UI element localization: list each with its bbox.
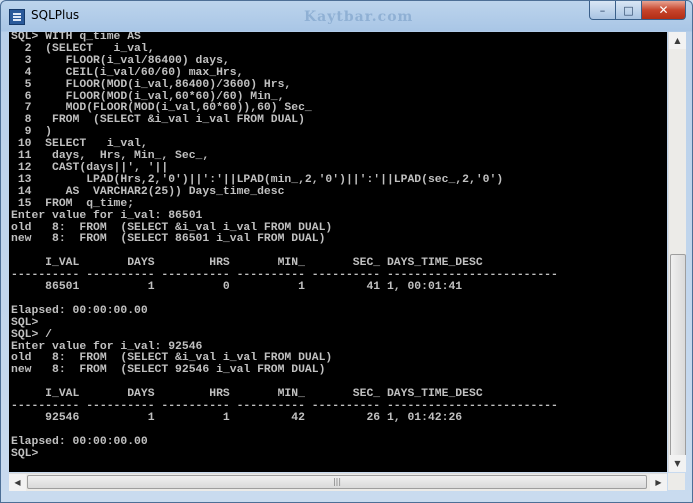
arrow-right-icon: ▶ [655,478,662,487]
scroll-down-button[interactable]: ▼ [669,455,686,472]
scroll-right-button[interactable]: ▶ [650,474,667,491]
horizontal-scrollbar[interactable]: ◀ ||| ▶ [9,473,667,491]
title-bar[interactable]: SQLPlus Kaytbar.com – □ ✕ [1,1,692,31]
close-icon: ✕ [658,3,669,17]
window-title: SQLPlus [31,8,80,22]
sqlplus-window: SQLPlus Kaytbar.com – □ ✕ SQL> WITH q_ti… [0,0,693,503]
vertical-scrollbar[interactable]: ▲ ▼ [668,32,686,472]
close-button[interactable]: ✕ [642,1,686,20]
maximize-button[interactable]: □ [616,1,642,20]
scrollbar-corner [668,473,685,490]
grip-icon: ||| [332,477,342,486]
console-text[interactable]: SQL> WITH q_time AS 2 (SELECT i_val, 3 F… [9,32,667,461]
scroll-up-button[interactable]: ▲ [669,32,686,49]
window-bottom-frame [9,491,685,499]
watermark-text: Kaytbar.com [304,9,414,25]
vertical-scroll-thumb[interactable] [670,254,686,461]
scroll-left-button[interactable]: ◀ [9,474,26,491]
sqlplus-app-icon[interactable] [9,9,25,25]
minimize-icon: – [599,3,606,17]
maximize-icon: □ [623,3,634,17]
horizontal-scroll-thumb[interactable]: ||| [27,475,647,489]
console-output[interactable]: SQL> WITH q_time AS 2 (SELECT i_val, 3 F… [9,32,667,472]
arrow-up-icon: ▲ [674,36,681,45]
minimize-button[interactable]: – [589,1,616,20]
arrow-left-icon: ◀ [14,478,21,487]
arrow-down-icon: ▼ [674,459,681,468]
caption-buttons: – □ ✕ [589,1,686,21]
